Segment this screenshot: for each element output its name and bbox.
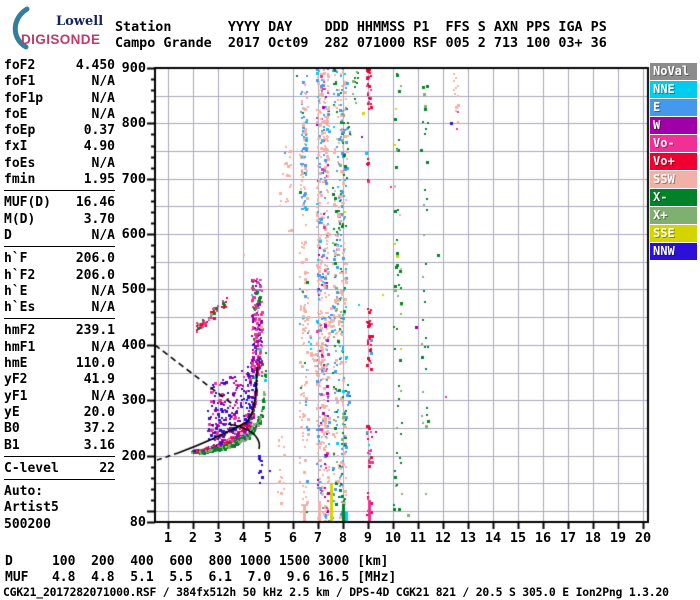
- x-tick-label: 8: [330, 531, 356, 545]
- ionogram-plot: 9008007006005004003002008012345678910111…: [0, 0, 700, 600]
- y-tick-label: 400: [112, 338, 146, 352]
- legend-item-ssw: SSW: [650, 171, 697, 188]
- x-tick-label: 10: [380, 531, 406, 545]
- legend-item-w: W: [650, 117, 697, 134]
- legend-item-noval: NoVal: [650, 63, 697, 80]
- x-tick-label: 1: [155, 531, 181, 545]
- y-tick-label: 900: [112, 61, 146, 75]
- y-tick-label: 500: [112, 282, 146, 296]
- x-tick-label: 6: [280, 531, 306, 545]
- x-tick-label: 15: [505, 531, 531, 545]
- x-tick-label: 5: [255, 531, 281, 545]
- y-tick-label: 800: [112, 116, 146, 130]
- y-tick-label: 700: [112, 172, 146, 186]
- x-tick-label: 9: [355, 531, 381, 545]
- y-tick-label: 300: [112, 393, 146, 407]
- y-tick-label: 80: [112, 515, 146, 529]
- x-tick-label: 4: [230, 531, 256, 545]
- legend-item-nne: NNE: [650, 81, 697, 98]
- legend-item-x: X-: [650, 189, 697, 206]
- legend-item-x: X+: [650, 207, 697, 224]
- x-tick-label: 2: [180, 531, 206, 545]
- legend-item-vo: Vo+: [650, 153, 697, 170]
- d-muf-table: D 100 200 400 600 800 1000 1500 3000 [km…: [5, 554, 396, 585]
- direction-legend: NoValNNEEWVo-Vo+SSWX-X+SSENNW: [650, 63, 697, 261]
- x-tick-label: 12: [430, 531, 456, 545]
- y-tick-label: 600: [112, 227, 146, 241]
- x-tick-label: 16: [530, 531, 556, 545]
- x-tick-label: 14: [480, 531, 506, 545]
- x-tick-label: 7: [305, 531, 331, 545]
- x-tick-label: 3: [205, 531, 231, 545]
- muf-row: MUF 4.8 4.8 5.1 5.5 6.1 7.0 9.6 16.5 [MH…: [5, 570, 396, 585]
- x-tick-label: 19: [605, 531, 631, 545]
- legend-item-vo: Vo-: [650, 135, 697, 152]
- footer-status-line: CGK21_2017282071000.RSF / 384fx512h 50 k…: [3, 585, 669, 599]
- ionogram-canvas: [0, 0, 700, 600]
- y-tick-label: 200: [112, 449, 146, 463]
- ionogram-screen: Lowell DIGISONDE Station YYYY DAY DDD HH…: [0, 0, 700, 600]
- x-tick-label: 11: [405, 531, 431, 545]
- legend-item-nnw: NNW: [650, 243, 697, 260]
- x-tick-label: 18: [580, 531, 606, 545]
- d-row: D 100 200 400 600 800 1000 1500 3000 [km…: [5, 554, 389, 569]
- legend-item-e: E: [650, 99, 697, 116]
- legend-item-sse: SSE: [650, 225, 697, 242]
- x-tick-label: 13: [455, 531, 481, 545]
- x-tick-label: 17: [555, 531, 581, 545]
- x-tick-label: 20: [630, 531, 656, 545]
